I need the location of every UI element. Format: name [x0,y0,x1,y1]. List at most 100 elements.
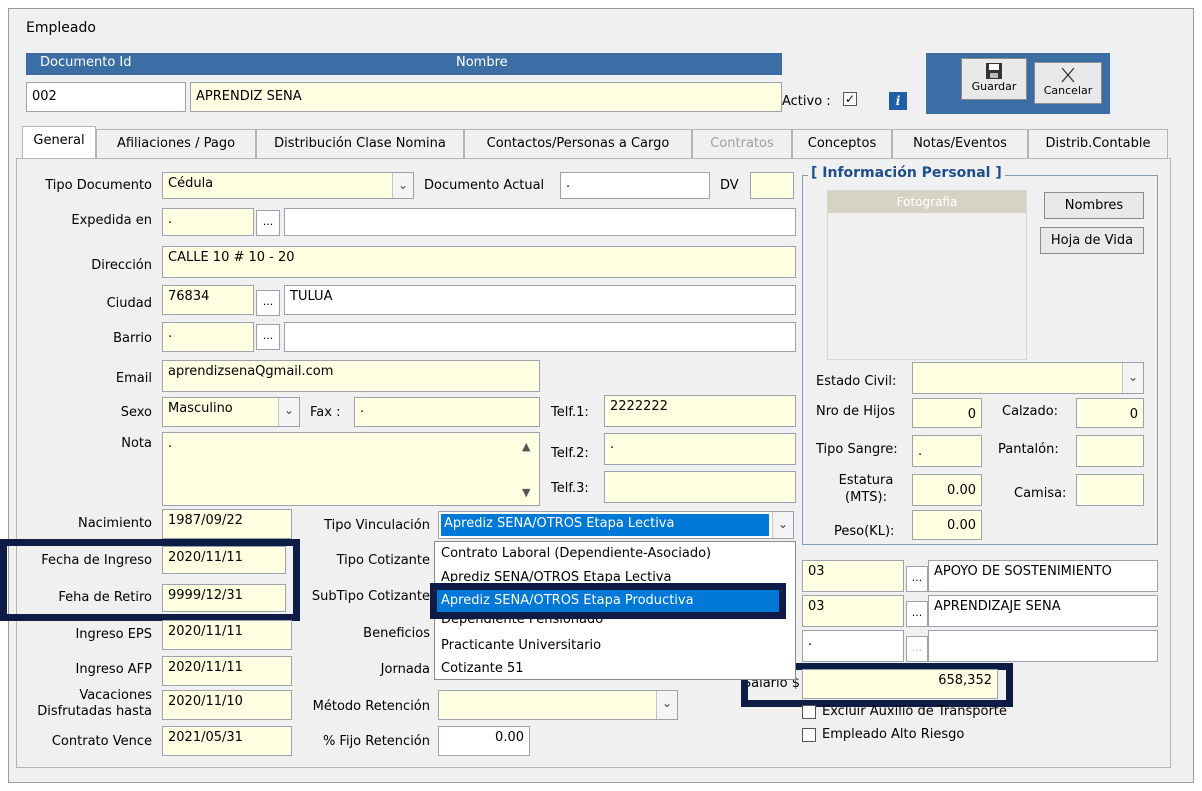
subtipo-code-input[interactable]: 03 [802,595,904,627]
tipo-cotizante-name-input[interactable]: APOYO DE SOSTENIMIENTO [928,560,1158,592]
nombre-label: Nombre [456,55,508,70]
excluir-auxilio-checkbox[interactable] [802,705,816,719]
ingreso-eps-label: Ingreso EPS [75,627,152,642]
tab-contactos[interactable]: Contactos/Personas a Cargo [464,129,692,158]
ciudad-name-input[interactable]: TULUA [284,285,796,315]
fijo-retencion-label: % Fijo Retención [322,734,430,749]
camisa-input[interactable] [1076,474,1144,506]
estatura-label-line2: (MTS): [845,490,887,505]
fecha-retiro-label: Feha de Retiro [58,590,152,605]
estatura-input[interactable]: 0.00 [912,474,982,506]
tab-notas-eventos[interactable]: Notas/Eventos [892,129,1028,158]
calzado-input[interactable]: 0 [1076,398,1144,428]
expedida-name-input[interactable] [284,208,796,236]
sexo-select[interactable]: Masculino ⌄ [162,397,300,427]
barrio-lookup-button[interactable]: ... [256,324,280,350]
email-label: Email [115,371,152,386]
subtipo-cotizante-label: SubTipo Cotizante [311,589,430,604]
save-icon [986,63,1002,79]
fecha-retiro-input[interactable]: 9999/12/31 [162,584,286,612]
nacimiento-input[interactable]: 1987/09/22 [162,509,292,539]
fax-label: Fax : [310,405,341,420]
fijo-retencion-input[interactable]: 0.00 [438,726,530,756]
vacaciones-input[interactable]: 2020/11/10 [162,690,292,720]
nro-hijos-input[interactable]: 0 [912,398,982,428]
expedida-code-input[interactable]: . [162,208,254,236]
direccion-input[interactable]: CALLE 10 # 10 - 20 [162,246,796,278]
window-title: Empleado [26,20,96,36]
tipo-vinculacion-select[interactable]: Aprediz SENA/OTROS Etapa Lectiva ⌄ [438,511,794,539]
chevron-down-icon: ⌄ [772,512,793,538]
chevron-down-icon: ⌄ [278,398,299,426]
tab-contratos[interactable]: Contratos [692,129,792,158]
documento-id-input[interactable]: 002 [26,82,186,112]
chevron-up-icon[interactable]: ▲ [522,440,530,453]
activo-label: Activo : [782,94,831,109]
tab-distrib-contable[interactable]: Distrib.Contable [1028,129,1168,158]
documento-actual-input[interactable]: . [560,172,710,199]
barrio-name-input[interactable] [284,322,796,352]
tipo-sangre-input[interactable]: . [912,435,982,467]
estado-civil-select[interactable]: ⌄ [912,362,1144,394]
fecha-ingreso-input[interactable]: 2020/11/11 [162,546,286,574]
nombres-button[interactable]: Nombres [1044,192,1144,219]
subtipo-lookup-button[interactable]: ... [906,601,928,627]
ciudad-code-input[interactable]: 76834 [162,285,254,315]
telf2-input[interactable]: . [604,433,796,465]
tab-distribucion-clase[interactable]: Distribución Clase Nomina [256,129,464,158]
subtipo-name-input[interactable]: APRENDIZAJE SENA [928,595,1158,627]
nota-textarea[interactable]: . [162,432,540,506]
barrio-label: Barrio [113,331,152,346]
dv-label: DV [720,178,739,193]
hoja-vida-button[interactable]: Hoja de Vida [1040,227,1144,254]
email-input[interactable]: aprendizsenaQgmail.com [162,360,540,392]
cancelar-button[interactable]: Cancelar [1034,62,1102,104]
tipo-cotizante-code-input[interactable]: 03 [802,560,904,592]
peso-input[interactable]: 0.00 [912,510,982,540]
chevron-down-icon: ⌄ [1122,363,1143,393]
tipo-sangre-label: Tipo Sangre: [816,442,898,457]
camisa-label: Camisa: [1014,486,1067,501]
expedida-lookup-button[interactable]: ... [256,210,280,236]
chevron-down-icon: ⌄ [392,173,413,198]
ciudad-lookup-button[interactable]: ... [256,290,280,316]
tipo-cotizante-lookup-button[interactable]: ... [906,566,928,592]
info-icon[interactable]: i [889,92,907,110]
salario-input[interactable]: 658,352 [802,669,998,699]
peso-label: Peso(KL): [834,524,895,539]
metodo-retencion-select[interactable]: ⌄ [438,690,678,720]
dropdown-option[interactable]: Practicante Universitario [441,638,601,653]
guardar-button[interactable]: Guardar [961,58,1027,100]
fecha-ingreso-label: Fecha de Ingreso [41,553,152,568]
dropdown-option[interactable]: Aprediz SENA/OTROS Etapa Lectiva [441,570,671,582]
ingreso-eps-input[interactable]: 2020/11/11 [162,620,292,650]
barrio-code-input[interactable]: . [162,322,254,352]
dropdown-option-selected[interactable]: Aprediz SENA/OTROS Etapa Productiva [437,590,779,612]
alto-riesgo-checkbox[interactable] [802,728,816,742]
nombre-input[interactable]: APRENDIZ SENA [190,82,782,112]
contrato-vence-input[interactable]: 2021/05/31 [162,726,292,756]
tab-conceptos[interactable]: Conceptos [792,129,892,158]
chevron-down-icon[interactable]: ▼ [522,486,530,499]
dv-input[interactable] [750,172,794,199]
dropdown-option[interactable]: Contrato Laboral (Dependiente-Asociado) [441,546,711,561]
fotografia-box[interactable]: Fotografia [827,190,1027,360]
tab-afiliaciones[interactable]: Afiliaciones / Pago [96,129,256,158]
tab-general[interactable]: General [22,126,96,159]
pantalon-input[interactable] [1076,435,1144,467]
activo-checkbox[interactable]: ✓ [843,92,857,106]
telf1-input[interactable]: 2222222 [604,395,796,427]
beneficios-code-input[interactable]: . [802,630,904,662]
dropdown-option[interactable]: Cotizante 51 [441,661,524,676]
fax-input[interactable]: . [354,397,540,427]
beneficios-name-input[interactable] [928,630,1158,662]
estado-civil-label: Estado Civil: [816,374,897,389]
tipo-documento-select[interactable]: Cédula ⌄ [162,172,414,199]
nacimiento-label: Nacimiento [77,516,152,531]
expedida-label: Expedida en [71,213,152,228]
tipo-documento-label: Tipo Documento [45,178,152,193]
ingreso-afp-input[interactable]: 2020/11/11 [162,656,292,686]
documento-id-label: Documento Id [40,55,132,70]
telf3-input[interactable] [604,471,796,503]
beneficios-lookup-button[interactable]: ... [906,636,928,662]
